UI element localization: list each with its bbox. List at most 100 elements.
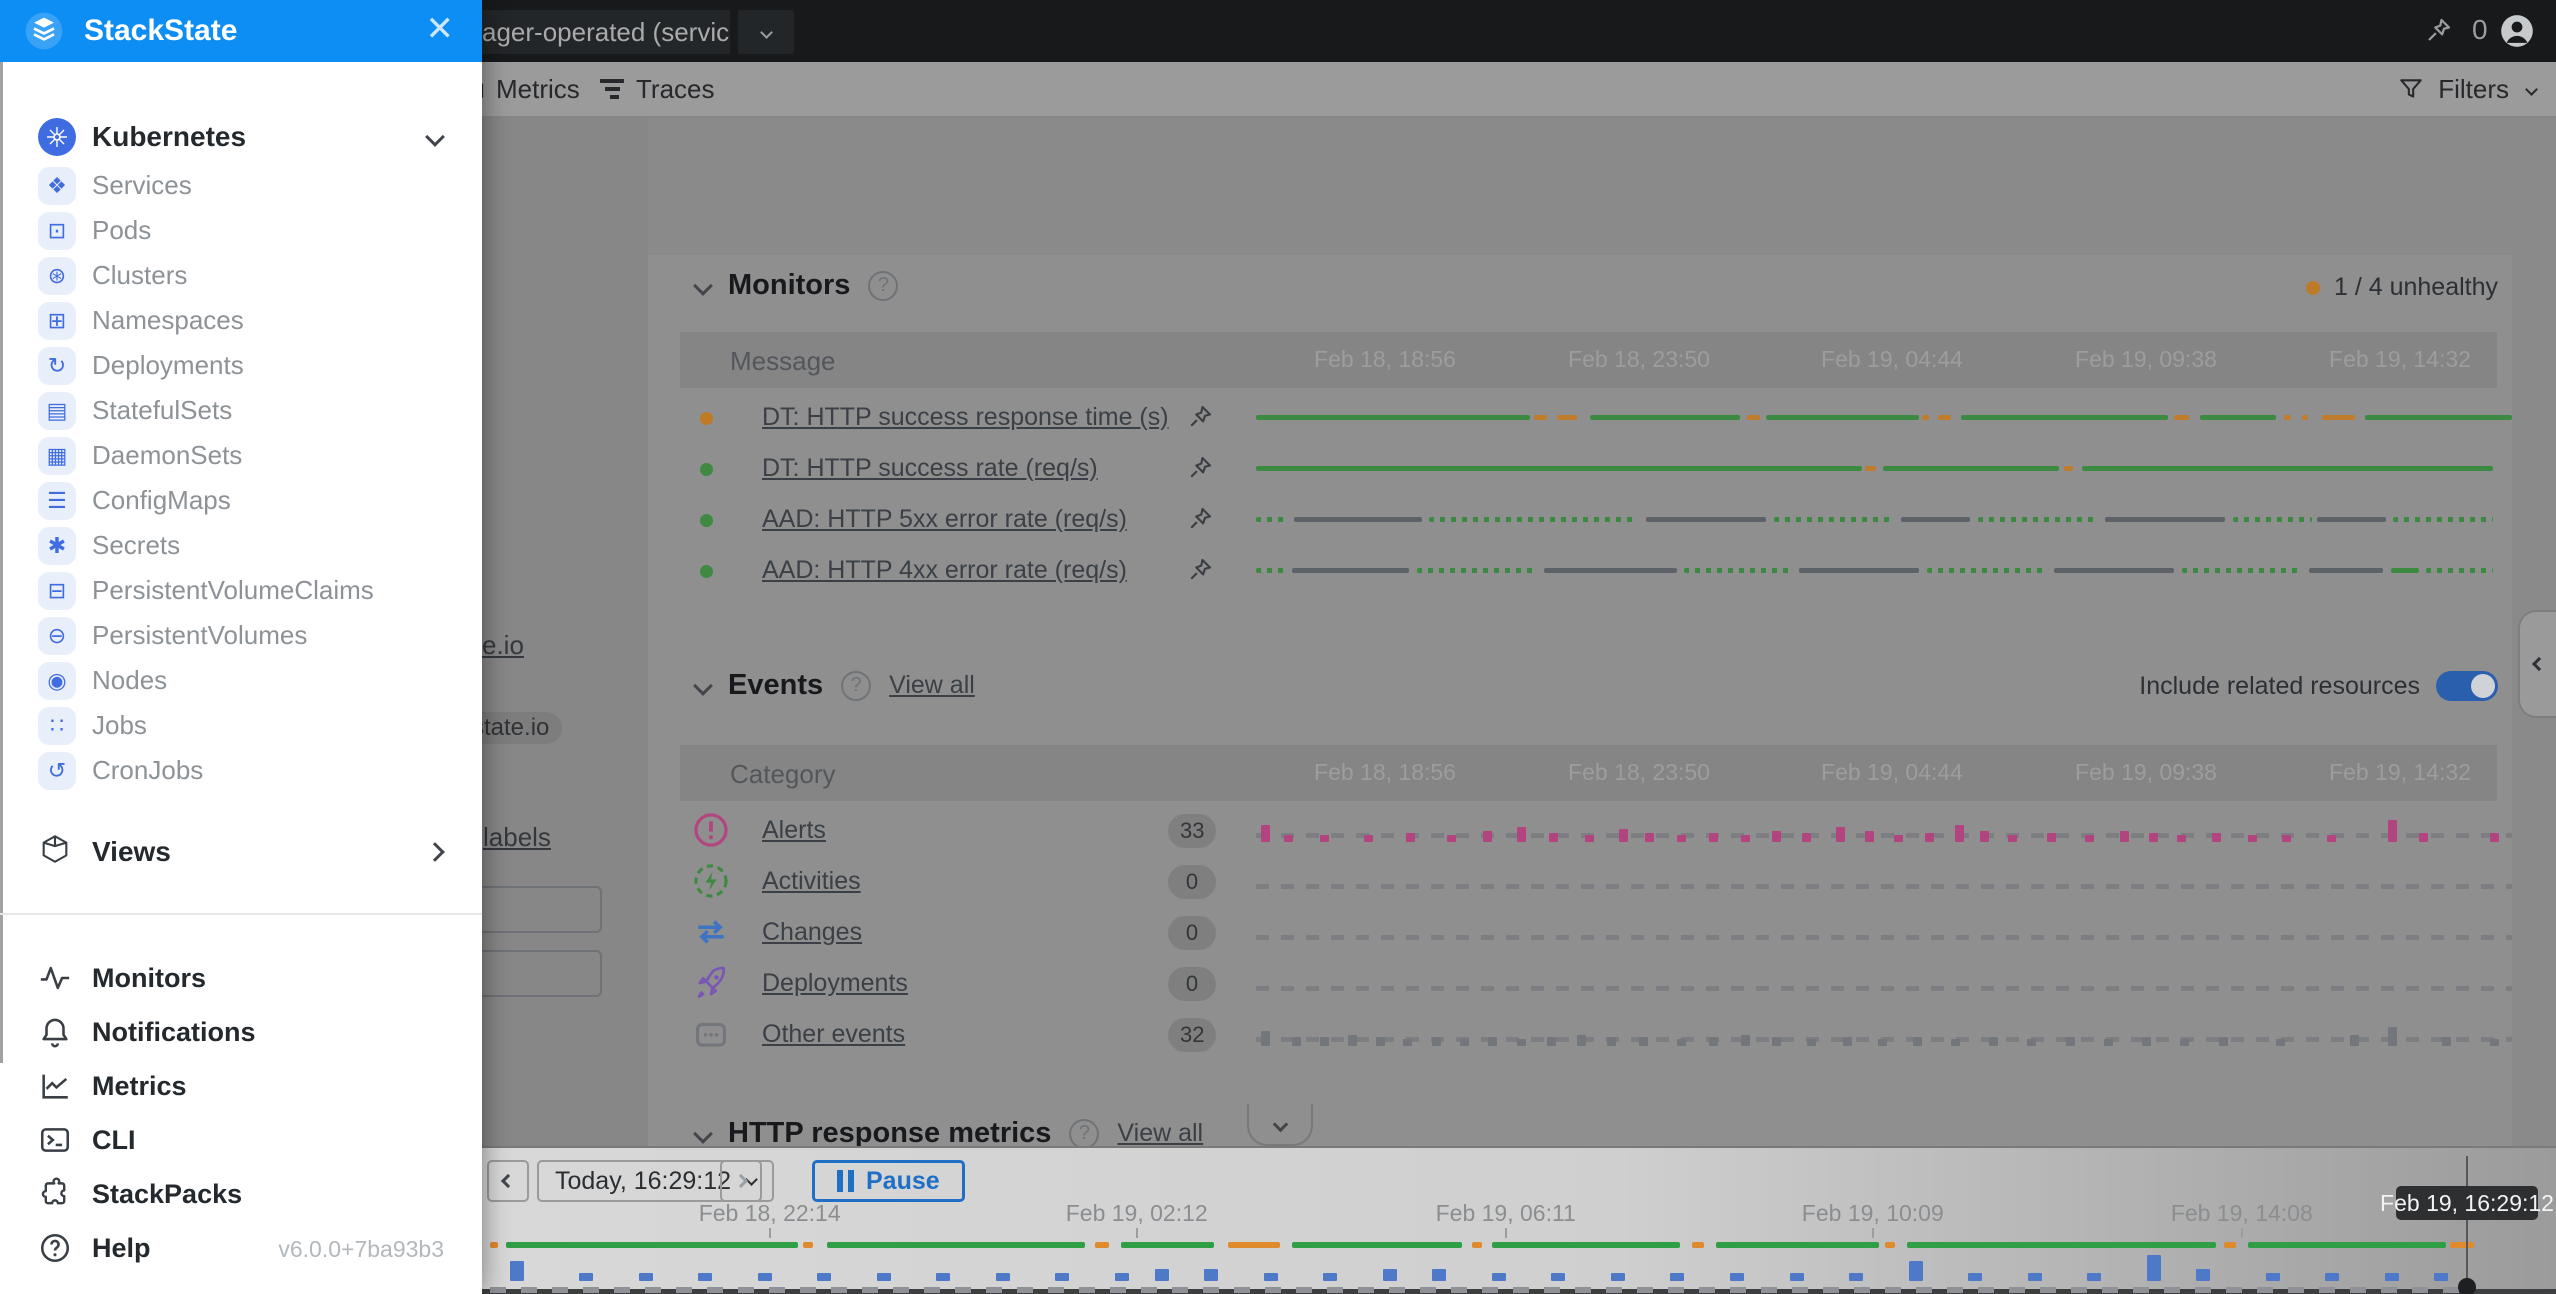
time-next-button[interactable] <box>720 1160 762 1202</box>
timeline-scrubber-dot[interactable] <box>2458 1278 2476 1294</box>
event-category-link[interactable]: Other events <box>762 1020 905 1049</box>
sidebar-item-nodes[interactable]: ◉ Nodes <box>0 658 482 703</box>
help-icon[interactable]: ? <box>841 671 871 701</box>
sidebar-item-statefulsets[interactable]: ▤ StatefulSets <box>0 388 482 433</box>
persistentvolumes-icon: ⊖ <box>38 617 76 655</box>
event-category-row: Other events 32 <box>680 1009 2497 1060</box>
chevron-down-icon <box>425 127 445 147</box>
event-count-badge: 0 <box>1168 865 1216 899</box>
time-travel-bar: Today, 16:29:12 Pause Feb 18, 22:14Feb 1… <box>482 1146 2556 1294</box>
view-selector-caret[interactable] <box>738 10 794 54</box>
pause-icon <box>837 1170 854 1192</box>
fragment-labels-link[interactable]: labels <box>483 822 551 853</box>
event-category-link[interactable]: Deployments <box>762 969 908 998</box>
sidebar-item-label: Views <box>92 836 171 868</box>
clusters-icon: ⊛ <box>38 257 76 295</box>
sidebar-item-cronjobs[interactable]: ↺ CronJobs <box>0 748 482 793</box>
monitor-row: AAD: HTTP 4xx error rate (req/s) <box>680 545 2497 596</box>
sidebar-item-label: Metrics <box>92 1071 187 1102</box>
sidebar-item-notifications[interactable]: Notifications <box>0 1009 482 1055</box>
fragment-url-link[interactable]: e.io <box>482 630 524 661</box>
sidebar-item-configmaps[interactable]: ☰ ConfigMaps <box>0 478 482 523</box>
expand-right-pane-handle[interactable] <box>2518 610 2556 718</box>
monitor-sparkline <box>1256 545 2512 596</box>
user-avatar-icon[interactable] <box>2498 12 2536 50</box>
traces-tab-icon <box>600 75 624 103</box>
event-category-link[interactable]: Changes <box>762 918 862 947</box>
view-selector[interactable]: ager-operated (service) <box>470 10 730 54</box>
monitors-section-header[interactable]: Monitors ? <box>696 269 898 302</box>
sidebar-item-clusters[interactable]: ⊛ Clusters <box>0 253 482 298</box>
sidebar-item-label: DaemonSets <box>92 440 242 471</box>
sidebar-item-label: CLI <box>92 1125 136 1156</box>
event-category-link[interactable]: Activities <box>762 867 861 896</box>
sidebar-item-stackpacks[interactable]: StackPacks <box>0 1171 482 1217</box>
collapse-section-icon[interactable] <box>693 276 713 296</box>
collapse-section-icon[interactable] <box>693 1124 713 1144</box>
fragment-filter-input[interactable] <box>470 950 602 997</box>
sidebar-item-namespaces[interactable]: ⊞ Namespaces <box>0 298 482 343</box>
daemonsets-icon: ▦ <box>38 437 76 475</box>
sidebar-item-views[interactable]: Views <box>0 829 482 874</box>
monitor-row: DT: HTTP success response time (s) <box>680 392 2497 443</box>
sidebar-item-monitors[interactable]: Monitors <box>0 955 482 1001</box>
include-related-label: Include related resources <box>2139 672 2420 701</box>
pin-icon[interactable] <box>1185 402 1215 437</box>
event-category-link[interactable]: Alerts <box>762 816 826 845</box>
pin-icon[interactable] <box>1185 504 1215 539</box>
sidebar-item-cli[interactable]: CLI <box>0 1117 482 1163</box>
chevron-right-icon <box>425 842 445 862</box>
timeline-scrubber[interactable] <box>2466 1156 2468 1284</box>
http-metrics-section-header[interactable]: HTTP response metrics ? View all <box>696 1117 1203 1146</box>
monitor-link[interactable]: DT: HTTP success rate (req/s) <box>762 454 1098 483</box>
collapse-details-pill[interactable] <box>1247 1104 1313 1146</box>
monitor-row: DT: HTTP success rate (req/s) <box>680 443 2497 494</box>
time-prev-button[interactable] <box>487 1160 529 1202</box>
date-tick-label: Feb 18, 18:56 <box>1314 346 1456 373</box>
fragment-filter-input[interactable] <box>470 886 602 933</box>
sidebar-item-kubernetes[interactable]: Kubernetes <box>0 114 482 159</box>
sidebar-item-persistentvolumes[interactable]: ⊖ PersistentVolumes <box>0 613 482 658</box>
pinned-views[interactable]: 0 <box>2424 14 2488 46</box>
sidebar-item-label: Help <box>92 1233 151 1264</box>
monitor-link[interactable]: AAD: HTTP 4xx error rate (req/s) <box>762 556 1127 585</box>
filters-button[interactable]: Filters <box>2398 62 2536 116</box>
version-label: v6.0.0+7ba93b3 <box>278 1236 444 1263</box>
sidebar-item-persistentvolumeclaims[interactable]: ⊟ PersistentVolumeClaims <box>0 568 482 613</box>
tab-traces-label: Traces <box>636 74 715 105</box>
events-title: Events <box>728 669 823 702</box>
help-icon[interactable]: ? <box>868 271 898 301</box>
sidebar-item-pods[interactable]: ⊡ Pods <box>0 208 482 253</box>
pin-icon[interactable] <box>1185 555 1215 590</box>
include-related-toggle[interactable] <box>2436 671 2498 701</box>
collapse-section-icon[interactable] <box>693 676 713 696</box>
events-col-header: Category <box>730 759 836 790</box>
close-icon[interactable]: ✕ <box>426 12 455 46</box>
tab-metrics-label: Metrics <box>496 74 580 105</box>
sidebar-item-services[interactable]: ❖ Services <box>0 163 482 208</box>
nodes-icon: ◉ <box>38 662 76 700</box>
pause-button[interactable]: Pause <box>812 1160 965 1202</box>
sidebar-item-daemonsets[interactable]: ▦ DaemonSets <box>0 433 482 478</box>
http-metrics-view-all-link[interactable]: View all <box>1117 1119 1203 1146</box>
events-section-header[interactable]: Events ? View all <box>696 669 975 702</box>
tab-traces[interactable]: Traces <box>600 62 715 116</box>
cube-icon <box>38 832 72 866</box>
sidebar-item-deployments[interactable]: ↻ Deployments <box>0 343 482 388</box>
jobs-icon: ∷ <box>38 707 76 745</box>
chevron-down-icon <box>1272 1116 1288 1132</box>
events-view-all-link[interactable]: View all <box>889 671 975 700</box>
monitor-link[interactable]: DT: HTTP success response time (s) <box>762 403 1169 432</box>
help-icon[interactable]: ? <box>1069 1119 1099 1147</box>
chart-line-icon <box>38 1069 72 1103</box>
pin-icon[interactable] <box>1185 453 1215 488</box>
navigation-drawer: StackState ✕ Kubernetes ❖ Services⊡ Pods… <box>0 0 482 1294</box>
time-picker-label: Today, 16:29:12 <box>555 1167 731 1196</box>
monitor-status-dot <box>700 514 713 527</box>
sidebar-item-metrics[interactable]: Metrics <box>0 1063 482 1109</box>
fragment-tag-chip[interactable]: state.io <box>470 712 562 744</box>
monitor-link[interactable]: AAD: HTTP 5xx error rate (req/s) <box>762 505 1127 534</box>
sidebar-item-label: Secrets <box>92 530 180 561</box>
sidebar-item-jobs[interactable]: ∷ Jobs <box>0 703 482 748</box>
sidebar-item-secrets[interactable]: ✱ Secrets <box>0 523 482 568</box>
